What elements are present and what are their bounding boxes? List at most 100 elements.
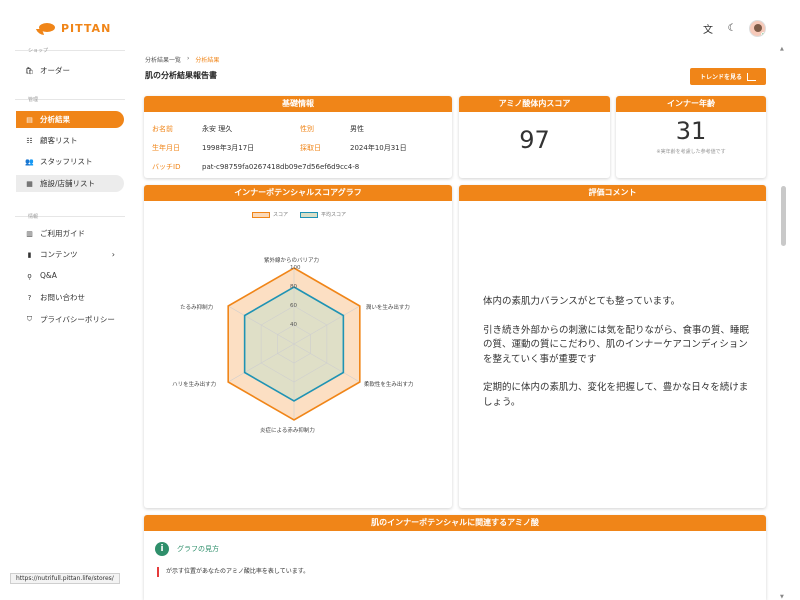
sidebar-item-guide[interactable]: ▥ ご利用ガイド: [16, 225, 124, 242]
section-label-info: 情報: [28, 214, 39, 220]
trend-button-label: トレンドを見る: [699, 74, 742, 81]
amino-score-card: アミノ酸体内スコア 97: [459, 96, 610, 178]
card-header: アミノ酸体内スコア: [459, 96, 610, 112]
info-icon: i: [155, 542, 169, 556]
shield-icon: ⛉: [26, 315, 33, 323]
customer-list-icon: ☷: [26, 136, 33, 145]
axis-label: たるみ抑制力: [180, 305, 214, 311]
comment-paragraph: 定期的に体内の素肌力、変化を把握して、豊かな日々を続けましょう。: [483, 382, 749, 408]
breadcrumb-current: 分析結果: [195, 57, 220, 64]
section-label-manage: 管理: [28, 97, 39, 103]
sidebar-item-customers[interactable]: ☷ 顧客リスト: [16, 132, 124, 149]
sidebar-item-label: スタッフリスト: [40, 157, 93, 166]
sidebar-item-privacy[interactable]: ⛉ プライバシーポリシー: [16, 311, 124, 328]
sidebar: ショップ 🛍 オーダー 管理 ▤ 分析結果 ☷ 顧客リスト 👥 スタッフリスト ▦ 施設/…: [0, 46, 135, 600]
tick-label: 100: [290, 265, 301, 271]
axis-label: ハリを生み出す力: [172, 382, 217, 388]
collected-label: 採取日: [300, 143, 321, 152]
axis-label: 柔軟性を生み出す力: [363, 382, 414, 388]
bag-icon: 🛍: [25, 66, 34, 75]
logo-mark-icon: [35, 22, 57, 35]
translate-icon[interactable]: 文: [701, 22, 715, 36]
chart-icon: ▤: [26, 115, 33, 124]
axis-label: 紫外線からのバリア力: [264, 258, 320, 264]
avatar[interactable]: [749, 20, 766, 37]
trend-chart-icon: [747, 72, 756, 81]
chevron-right-icon: ›: [111, 250, 115, 259]
sidebar-item-label: プライバシーポリシー: [40, 315, 115, 324]
qa-icon: ǫ: [27, 271, 32, 280]
axis-label: 潤いを生み出す力: [365, 305, 410, 311]
scroll-up-icon[interactable]: ▲: [780, 46, 784, 52]
book-icon: ▮: [27, 250, 32, 259]
comment-body: 体内の素肌力バランスがとても整っています。 引き続き外部からの刺激には気を配りな…: [483, 295, 753, 424]
collected-value: 2024年10月31日: [350, 143, 407, 152]
sidebar-item-qa[interactable]: ǫ Q&A: [16, 267, 124, 284]
sidebar-item-contents[interactable]: ▮ コンテンツ ›: [16, 246, 124, 263]
radar-chart: [227, 267, 361, 421]
tick-label: 40: [290, 322, 297, 328]
inner-age-value: 31: [675, 117, 707, 145]
help-icon: ?: [27, 293, 32, 302]
amino-section-card: 肌のインナーポテンシャルに関連するアミノ酸: [144, 515, 766, 600]
sidebar-item-label: ご利用ガイド: [40, 229, 85, 238]
basic-info-table: お名前 永安 理久 性別 男性 生年月日 1998年3月17日 採取日 2024…: [152, 119, 407, 176]
card-header: インナー年齢: [616, 96, 766, 112]
guide-icon: ▥: [26, 229, 33, 238]
sidebar-item-label: お問い合わせ: [40, 293, 85, 302]
card-header: 肌のインナーポテンシャルに関連するアミノ酸: [144, 515, 766, 531]
breadcrumb: 分析結果一覧 › 分析結果: [145, 55, 219, 64]
breadcrumb-separator: ›: [187, 55, 190, 62]
guide-title: グラフの見方: [177, 545, 219, 553]
sidebar-item-label: コンテンツ: [40, 250, 78, 259]
section-label-shop: ショップ: [28, 48, 49, 54]
sidebar-item-label: 分析結果: [40, 115, 70, 124]
store-icon: ▦: [26, 179, 33, 188]
birth-label: 生年月日: [152, 143, 180, 152]
sidebar-item-label: オーダー: [40, 66, 70, 75]
dark-mode-icon[interactable]: ☾: [725, 22, 739, 36]
card-header: 評価コメント: [459, 185, 766, 201]
status-url: https://nutrifull.pittan.life/stores/: [10, 573, 120, 584]
tick-label: 80: [290, 284, 297, 290]
comment-paragraph: 引き続き外部からの刺激には気を配りながら、食事の質、睡眠の質、運動の質にこだわり…: [483, 324, 750, 365]
scrollbar[interactable]: ▲ ▼: [780, 46, 787, 600]
page-title: 肌の分析結果報告書: [145, 71, 217, 80]
sidebar-item-label: 施設/店舗リスト: [40, 179, 96, 188]
axis-label: 炎症による赤み抑制力: [260, 428, 315, 434]
graph-guide: i グラフの見方: [155, 542, 219, 556]
scrollbar-thumb[interactable]: [781, 186, 786, 246]
trend-button[interactable]: トレンドを見る: [690, 68, 766, 85]
card-header: 基礎情報: [144, 96, 452, 112]
sidebar-item-label: Q&A: [40, 271, 57, 280]
gender-label: 性別: [300, 124, 314, 133]
guide-text: が示す位置があなたのアミノ酸比率を表しています。: [157, 567, 309, 577]
card-header: インナーポテンシャルスコアグラフ: [144, 185, 452, 201]
logo-text: PITTAN: [61, 22, 112, 35]
sidebar-item-analysis[interactable]: ▤ 分析結果: [16, 111, 124, 128]
sidebar-item-contact[interactable]: ? お問い合わせ: [16, 289, 124, 306]
name-label: お名前: [152, 124, 173, 133]
sidebar-item-staff[interactable]: 👥 スタッフリスト: [16, 153, 124, 170]
comment-paragraph: 体内の素肌力バランスがとても整っています。: [483, 296, 681, 307]
birth-value: 1998年3月17日: [202, 143, 255, 152]
basic-info-card: 基礎情報 お名前 永安 理久 性別 男性 生年月日 1998年3月17日 採取日…: [144, 96, 452, 178]
sidebar-item-orders[interactable]: 🛍 オーダー: [16, 62, 124, 79]
staff-icon: 👥: [25, 157, 34, 166]
gender-value: 男性: [350, 124, 364, 133]
top-bar: PITTAN 文 ☾: [0, 0, 800, 46]
batch-value: pat-c98759fa0267418db09e7d56ef6d9cc4-8: [202, 162, 360, 171]
breadcrumb-parent[interactable]: 分析結果一覧: [145, 55, 181, 64]
logo[interactable]: PITTAN: [35, 22, 112, 35]
tick-label: 60: [290, 303, 297, 309]
sidebar-item-stores[interactable]: ▦ 施設/店舗リスト: [16, 175, 124, 192]
name-value: 永安 理久: [202, 124, 233, 133]
inner-age-card: インナー年齢 31 ※実年齢を考慮した参考値です: [616, 96, 766, 178]
amino-score-value: 97: [519, 126, 550, 154]
scroll-down-icon[interactable]: ▼: [780, 594, 784, 600]
batch-label: バッチID: [152, 162, 181, 171]
inner-age-note: ※実年齢を考慮した参考値です: [656, 149, 726, 155]
radar-card: インナーポテンシャルスコアグラフ スコア 平均スコア 40 60 80 100 紫外線か…: [144, 185, 452, 508]
sidebar-item-label: 顧客リスト: [40, 136, 78, 145]
comment-card: 評価コメント 体内の素肌力バランスがとても整っています。 引き続き外部からの刺激…: [459, 185, 766, 508]
